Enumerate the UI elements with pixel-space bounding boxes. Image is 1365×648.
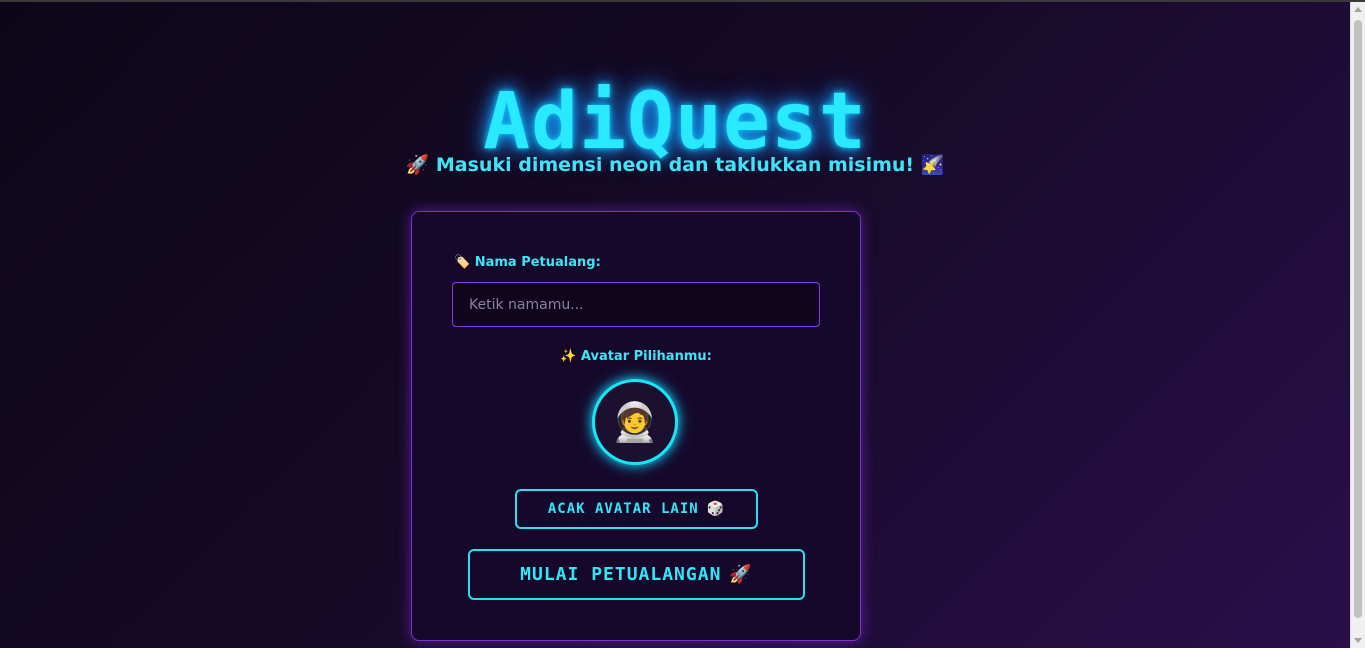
rocket-icon: 🚀 bbox=[405, 154, 430, 176]
random-avatar-button[interactable]: ACAK AVATAR LAIN 🎲 bbox=[515, 489, 758, 529]
scrollbar-thumb[interactable] bbox=[1354, 20, 1362, 618]
scroll-up-arrow-icon[interactable] bbox=[1354, 7, 1362, 12]
rocket-icon: 🚀 bbox=[729, 564, 753, 585]
avatar-label: ✨ Avatar Pilihanmu: bbox=[412, 348, 860, 366]
random-avatar-button-label: ACAK AVATAR LAIN bbox=[547, 501, 699, 517]
shooting-star-icon: 🌠 bbox=[920, 154, 945, 176]
avatar: 🧑‍🚀 bbox=[592, 379, 678, 465]
name-label-text: Nama Petualang: bbox=[474, 255, 601, 270]
sparkles-icon: ✨ bbox=[560, 349, 577, 364]
name-input[interactable] bbox=[452, 282, 820, 327]
setup-card: 🏷️ Nama Petualang: ✨ Avatar Pilihanmu: 🧑… bbox=[411, 211, 861, 641]
start-adventure-button-label: MULAI PETUALANGAN bbox=[520, 564, 722, 585]
avatar-label-text: Avatar Pilihanmu: bbox=[580, 349, 712, 364]
start-adventure-button[interactable]: MULAI PETUALANGAN 🚀 bbox=[468, 549, 805, 600]
name-label: 🏷️ Nama Petualang: bbox=[454, 254, 601, 272]
vertical-scrollbar[interactable] bbox=[1350, 2, 1365, 648]
window-top-border bbox=[0, 0, 1365, 2]
tag-icon: 🏷️ bbox=[454, 255, 471, 270]
astronaut-icon: 🧑‍🚀 bbox=[611, 400, 659, 444]
dice-icon: 🎲 bbox=[706, 501, 726, 517]
scroll-down-arrow-icon[interactable] bbox=[1354, 638, 1362, 643]
page-subtitle: 🚀 Masuki dimensi neon dan taklukkan misi… bbox=[0, 150, 1350, 180]
subtitle-text: Masuki dimensi neon dan taklukkan misimu… bbox=[435, 154, 915, 176]
